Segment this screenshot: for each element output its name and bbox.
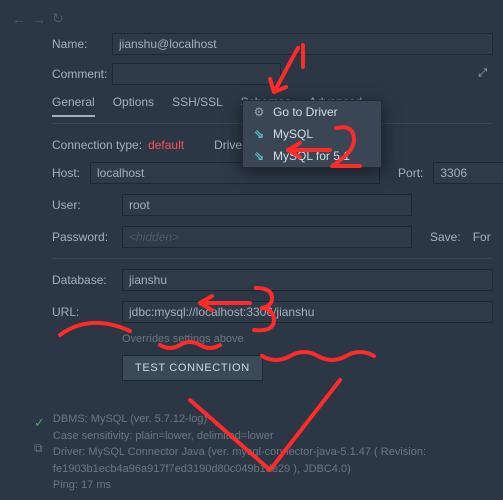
url-override-note: Overrides settings above: [122, 333, 493, 345]
database-label: Database:: [52, 273, 112, 287]
menu-go-label: Go to Driver: [273, 105, 338, 119]
connection-status: ✓ ⧉ DBMS: MySQL (ver. 5.7.12-log) Case s…: [34, 411, 503, 494]
data-source-form: Name: Comment: ⤢ General Options SSH/SSL…: [0, 33, 503, 401]
save-value[interactable]: For: [473, 230, 491, 244]
forward-arrow-icon[interactable]: →: [32, 11, 46, 27]
comment-label: Comment:: [52, 67, 102, 81]
menu-go-to-driver[interactable]: ⚙ Go to Driver: [243, 101, 381, 123]
port-input[interactable]: [433, 162, 503, 184]
driver-glyph-icon: ⇘: [253, 149, 265, 163]
gear-icon: ⚙: [253, 105, 265, 119]
status-driver: Driver: MySQL Connector Java (ver. mysql…: [53, 444, 483, 477]
tab-general[interactable]: General: [52, 95, 95, 117]
tab-options[interactable]: Options: [113, 95, 154, 117]
database-input[interactable]: [122, 269, 493, 291]
driver-context-menu[interactable]: ⚙ Go to Driver ⇘ MySQL ⇘ MySQL for 5.1: [242, 100, 382, 168]
url-input[interactable]: [122, 301, 493, 323]
password-input[interactable]: <hidden>: [122, 226, 412, 248]
connection-type-label: Connection type:: [52, 138, 142, 152]
check-icon: ✓: [34, 413, 45, 433]
copy-icon[interactable]: ⧉: [34, 439, 45, 457]
user-input[interactable]: [122, 194, 412, 216]
menu-mysql51-label: MySQL for 5.1: [273, 149, 350, 163]
status-ping: Ping: 17 ms: [53, 477, 483, 494]
port-label: Port:: [398, 166, 423, 180]
user-label: User:: [52, 198, 112, 212]
comment-input[interactable]: [112, 63, 281, 85]
status-dbms: DBMS: MySQL (ver. 5.7.12-log): [53, 411, 483, 428]
test-connection-button[interactable]: TEST CONNECTION: [122, 355, 263, 381]
url-label: URL:: [52, 305, 112, 319]
connection-type-value[interactable]: default: [148, 138, 184, 152]
refresh-icon[interactable]: ↻: [52, 10, 64, 27]
driver-glyph-icon: ⇘: [253, 127, 265, 141]
name-input[interactable]: [112, 33, 493, 55]
password-label: Password:: [52, 230, 112, 244]
nav-arrows: ← → ↻: [0, 0, 503, 33]
menu-mysql-label: MySQL: [273, 127, 313, 141]
status-case: Case sensitivity: plain=lower, delimited…: [53, 428, 483, 445]
tab-sshssl[interactable]: SSH/SSL: [172, 95, 223, 117]
host-label: Host:: [52, 166, 80, 180]
save-label: Save:: [430, 230, 461, 244]
back-arrow-icon[interactable]: ←: [12, 11, 26, 27]
menu-mysql51[interactable]: ⇘ MySQL for 5.1: [243, 145, 381, 167]
mid-separator: [52, 258, 493, 259]
name-label: Name:: [52, 37, 102, 51]
expand-icon[interactable]: ⤢: [478, 67, 487, 80]
menu-mysql[interactable]: ⇘ MySQL: [243, 123, 381, 145]
